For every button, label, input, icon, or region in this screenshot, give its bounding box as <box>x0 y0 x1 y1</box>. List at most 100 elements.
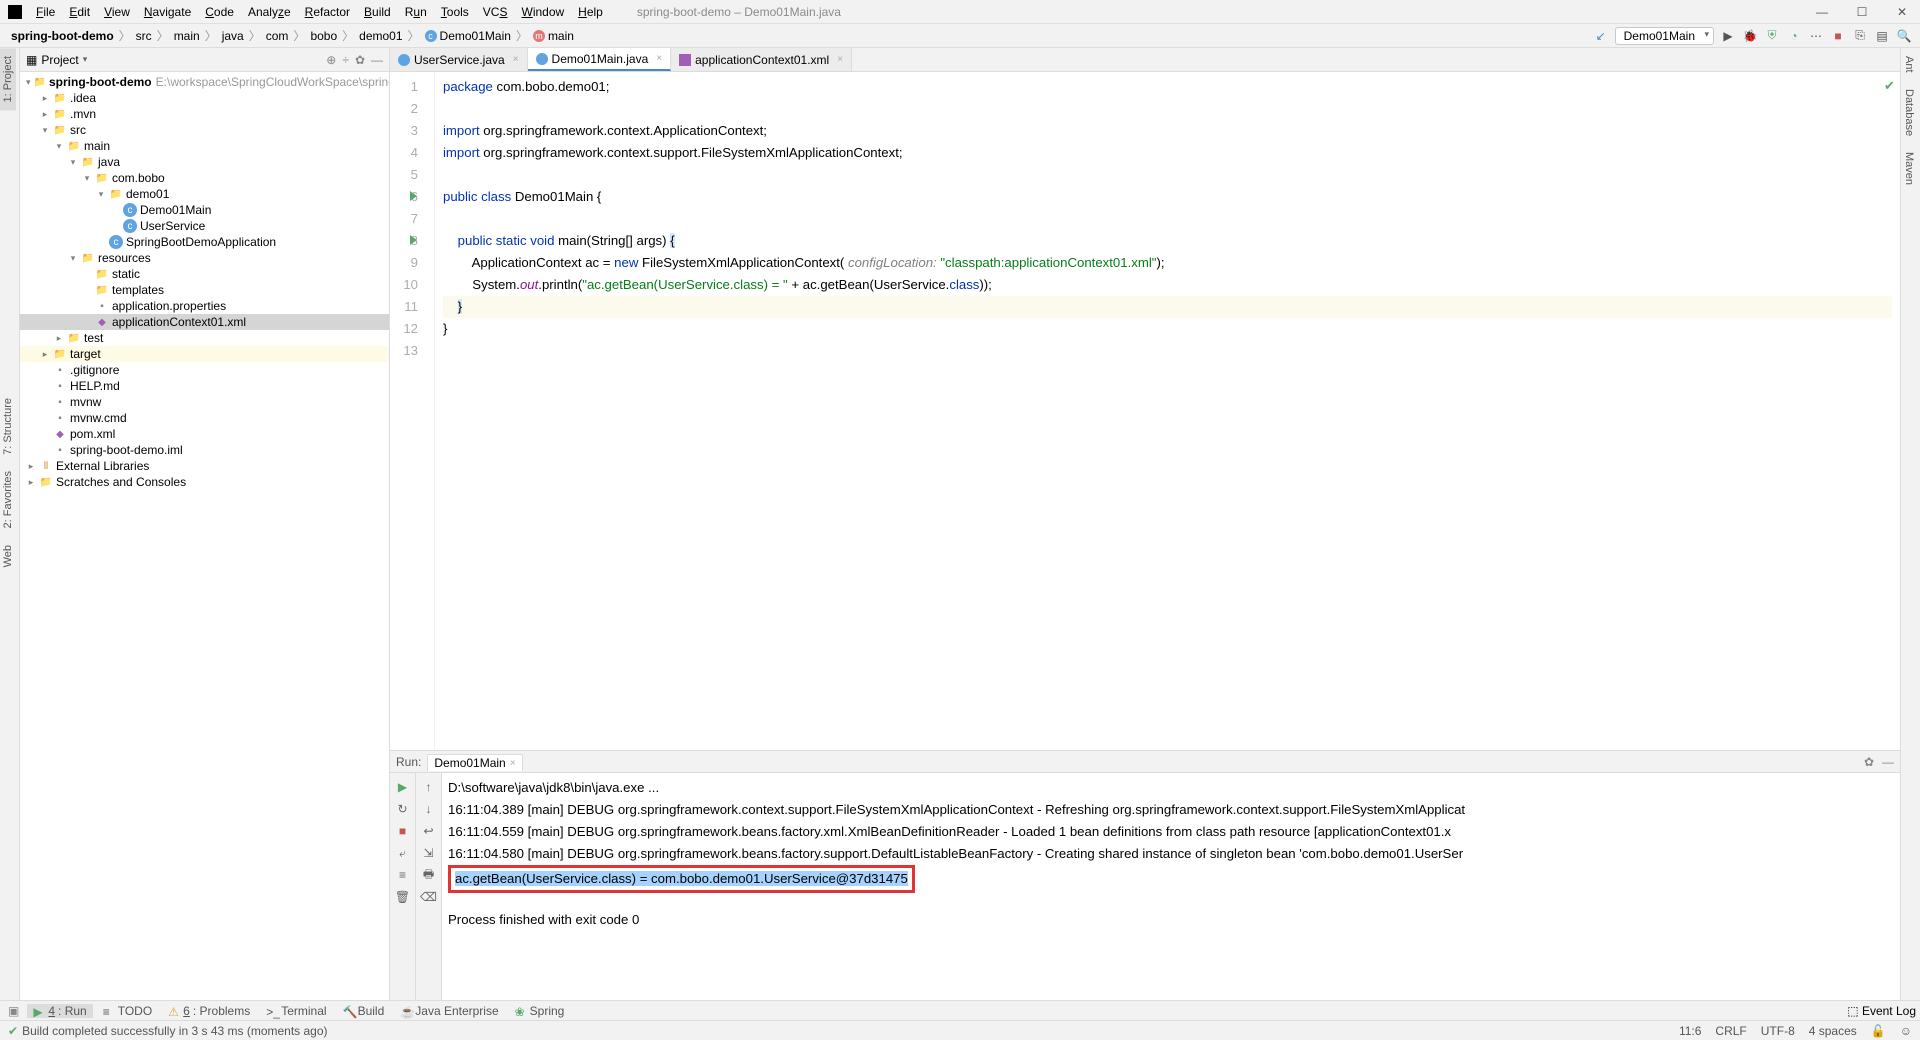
tree-node[interactable]: ▪application.properties <box>20 298 389 314</box>
attach-icon[interactable]: ⋯ <box>1808 28 1824 44</box>
dump-icon[interactable]: ≡ <box>395 867 411 883</box>
code-line[interactable]: import org.springframework.context.suppo… <box>443 142 1892 164</box>
tree-node[interactable]: cSpringBootDemoApplication <box>20 234 389 250</box>
search-icon[interactable]: 🔍 <box>1896 28 1912 44</box>
btab-run[interactable]: ▶ 4: Run <box>27 1004 92 1018</box>
tab-close-icon[interactable]: × <box>837 54 843 65</box>
menu-code[interactable]: Code <box>199 3 240 21</box>
tree-node[interactable]: cDemo01Main <box>20 202 389 218</box>
tree-node[interactable]: ▸📁test <box>20 330 389 346</box>
code-line[interactable]: } <box>443 318 1892 340</box>
tree-expander[interactable]: ▾ <box>82 173 92 184</box>
up-icon[interactable]: ↑ <box>421 779 437 795</box>
minimize-button[interactable]: — <box>1812 5 1832 19</box>
run-tab-close-icon[interactable]: × <box>510 758 516 769</box>
menu-file[interactable]: File <box>30 3 61 21</box>
tree-node[interactable]: ▾📁src <box>20 122 389 138</box>
tree-expander[interactable]: ▾ <box>40 125 50 136</box>
console-output[interactable]: D:\software\java\jdk8\bin\java.exe ...16… <box>442 773 1900 1000</box>
project-header-dropdown[interactable]: ▾ <box>83 54 88 65</box>
tree-node[interactable]: ▾📁demo01 <box>20 186 389 202</box>
breadcrumb-method[interactable]: mmain <box>530 29 577 43</box>
tab-close-icon[interactable]: × <box>656 53 662 64</box>
readonly-lock-icon[interactable]: 🔓 <box>1871 1024 1886 1038</box>
tree-node[interactable]: ▸📁Scratches and Consoles <box>20 474 389 490</box>
btab-terminal[interactable]: >_ Terminal <box>260 1004 332 1018</box>
encoding[interactable]: UTF-8 <box>1761 1024 1795 1038</box>
tree-node[interactable]: ▸⫴External Libraries <box>20 458 389 474</box>
tree-expander[interactable]: ▸ <box>40 109 50 120</box>
breadcrumb-part[interactable]: main <box>171 29 203 43</box>
breadcrumb-part[interactable]: bobo <box>307 29 340 43</box>
menu-refactor[interactable]: Refactor <box>299 3 356 21</box>
exit-icon[interactable]: ⤶ <box>395 845 411 861</box>
tree-node[interactable]: ▾📁resources <box>20 250 389 266</box>
line-sep[interactable]: CRLF <box>1715 1024 1746 1038</box>
code-line[interactable]: import org.springframework.context.Appli… <box>443 120 1892 142</box>
menu-tools[interactable]: Tools <box>435 3 475 21</box>
tree-node[interactable]: 📁static <box>20 266 389 282</box>
tree-node[interactable]: ▾📁java <box>20 154 389 170</box>
breadcrumb-class[interactable]: cDemo01Main <box>422 29 514 43</box>
clear-icon[interactable]: ⌫ <box>421 889 437 905</box>
run-hide-icon[interactable]: — <box>1882 755 1894 769</box>
tree-expander[interactable]: ▾ <box>68 253 78 264</box>
menu-navigate[interactable]: Navigate <box>138 3 197 21</box>
down-icon[interactable]: ↓ <box>421 801 437 817</box>
code-line[interactable] <box>443 340 1892 362</box>
code-line[interactable]: public class Demo01Main { <box>443 186 1892 208</box>
tree-node[interactable]: ▸📁target <box>20 346 389 362</box>
menu-build[interactable]: Build <box>358 3 397 21</box>
run-icon[interactable]: ▶ <box>1720 28 1736 44</box>
stop-process-icon[interactable]: ■ <box>395 823 411 839</box>
code-area[interactable]: package com.bobo.demo01; import org.spri… <box>435 72 1900 750</box>
btab-todo[interactable]: ≡ TODO <box>97 1004 158 1018</box>
tree-node[interactable]: ▪mvnw.cmd <box>20 410 389 426</box>
tree-node[interactable]: ▾📁main <box>20 138 389 154</box>
breadcrumb-part[interactable]: com <box>263 29 292 43</box>
menu-vcs[interactable]: VCS <box>477 3 514 21</box>
vtab-web[interactable]: Web <box>0 537 16 575</box>
tree-node[interactable]: ◆pom.xml <box>20 426 389 442</box>
btab-build[interactable]: 🔨 Build <box>337 1004 391 1018</box>
tree-expander[interactable]: ▸ <box>40 93 50 104</box>
tree-node[interactable]: ▪spring-boot-demo.iml <box>20 442 389 458</box>
tree-node[interactable]: cUserService <box>20 218 389 234</box>
code-line[interactable]: package com.bobo.demo01; <box>443 76 1892 98</box>
tree-node[interactable]: ▸📁.idea <box>20 90 389 106</box>
tree-node[interactable]: 📁templates <box>20 282 389 298</box>
tree-node[interactable]: ▪mvnw <box>20 394 389 410</box>
tree-select-opened-icon[interactable]: ⊕ <box>326 53 336 67</box>
run-gutter-icon[interactable] <box>410 191 417 201</box>
run-tab[interactable]: Demo01Main × <box>427 754 522 771</box>
menu-help[interactable]: Help <box>572 3 609 21</box>
code-line[interactable]: } <box>443 296 1892 318</box>
tree-node[interactable]: ▪.gitignore <box>20 362 389 378</box>
editor-tab[interactable]: Demo01Main.java× <box>528 48 672 71</box>
soft-wrap-icon[interactable]: ↩ <box>421 823 437 839</box>
editor-tab[interactable]: UserService.java× <box>390 48 528 71</box>
tree-expander[interactable]: ▸ <box>26 461 36 472</box>
tree-expander[interactable]: ▾ <box>54 141 64 152</box>
git-icon[interactable]: ⎘ <box>1852 28 1868 44</box>
structure-icon[interactable]: ▤ <box>1874 28 1890 44</box>
tab-close-icon[interactable]: × <box>513 54 519 65</box>
btab-spring[interactable]: ❀ Spring <box>509 1004 571 1018</box>
maximize-button[interactable]: ☐ <box>1852 5 1872 19</box>
editor-body[interactable]: 12345678910111213 package com.bobo.demo0… <box>390 72 1900 750</box>
code-line[interactable] <box>443 98 1892 120</box>
print-icon[interactable]: 🖶 <box>421 867 437 883</box>
close-button[interactable]: ✕ <box>1892 5 1912 19</box>
delete-icon[interactable]: 🗑 <box>395 889 411 905</box>
code-line[interactable]: System.out.println("ac.getBean(UserServi… <box>443 274 1892 296</box>
breadcrumb-part[interactable]: java <box>219 29 247 43</box>
project-tree[interactable]: ▾📁spring-boot-demoE:\workspace\SpringClo… <box>20 72 389 1000</box>
stop-icon[interactable]: ■ <box>1830 28 1846 44</box>
breadcrumb-part[interactable]: src <box>133 29 155 43</box>
menu-edit[interactable]: Edit <box>63 3 96 21</box>
scroll-end-icon[interactable]: ⇲ <box>421 845 437 861</box>
vtab-project[interactable]: 1: Project <box>0 48 16 110</box>
menu-view[interactable]: View <box>98 3 136 21</box>
tree-expander[interactable]: ▸ <box>40 349 50 360</box>
tree-expander[interactable]: ▾ <box>26 77 31 88</box>
